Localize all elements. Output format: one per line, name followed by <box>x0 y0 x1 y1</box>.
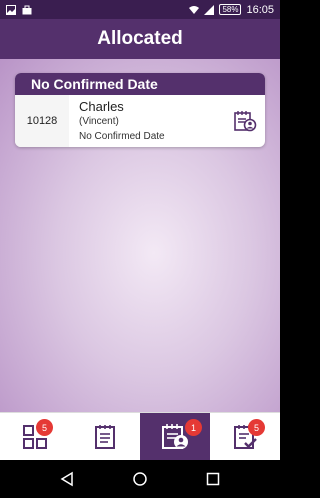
record-name: Charles <box>79 99 124 114</box>
nav-completed[interactable]: 5 <box>210 413 280 460</box>
recent-apps-icon[interactable] <box>205 471 221 487</box>
record-id: 10128 <box>15 95 69 147</box>
wifi-icon <box>189 5 200 14</box>
notification-badge: 5 <box>36 419 53 436</box>
card-section-title: No Confirmed Date <box>15 73 265 95</box>
title-bar: Allocated <box>0 19 280 59</box>
record-alias: (Vincent) <box>79 116 119 127</box>
page-title: Allocated <box>97 28 183 49</box>
record-info: Charles (Vincent) No Confirmed Date <box>69 95 225 147</box>
notification-badge: 1 <box>185 419 202 436</box>
signal-icon <box>204 4 215 15</box>
image-notification-icon <box>6 4 16 15</box>
allocation-card[interactable]: No Confirmed Date 10128 Charles (Vincent… <box>15 73 265 147</box>
back-icon[interactable] <box>59 471 75 487</box>
notepad-user-icon <box>234 111 257 132</box>
notification-badge: 5 <box>248 419 265 436</box>
card-body: 10128 Charles (Vincent) No Confirmed Dat… <box>15 95 265 147</box>
nav-dashboard[interactable]: 5 <box>0 413 70 460</box>
battery-indicator: 58% <box>219 4 242 15</box>
clock: 16:05 <box>246 3 274 16</box>
record-detail-button[interactable] <box>225 95 265 147</box>
briefcase-notification-icon <box>22 5 32 14</box>
bottom-navigation: 5 1 5 <box>0 412 280 460</box>
nav-notes[interactable] <box>70 413 140 460</box>
home-icon[interactable] <box>132 471 148 487</box>
record-status: No Confirmed Date <box>79 131 165 142</box>
system-navigation-bar <box>0 460 280 498</box>
nav-allocated[interactable]: 1 <box>140 413 210 460</box>
main-content: No Confirmed Date 10128 Charles (Vincent… <box>0 59 280 412</box>
notepad-icon <box>95 424 115 449</box>
status-bar: 58% 16:05 <box>0 0 280 19</box>
